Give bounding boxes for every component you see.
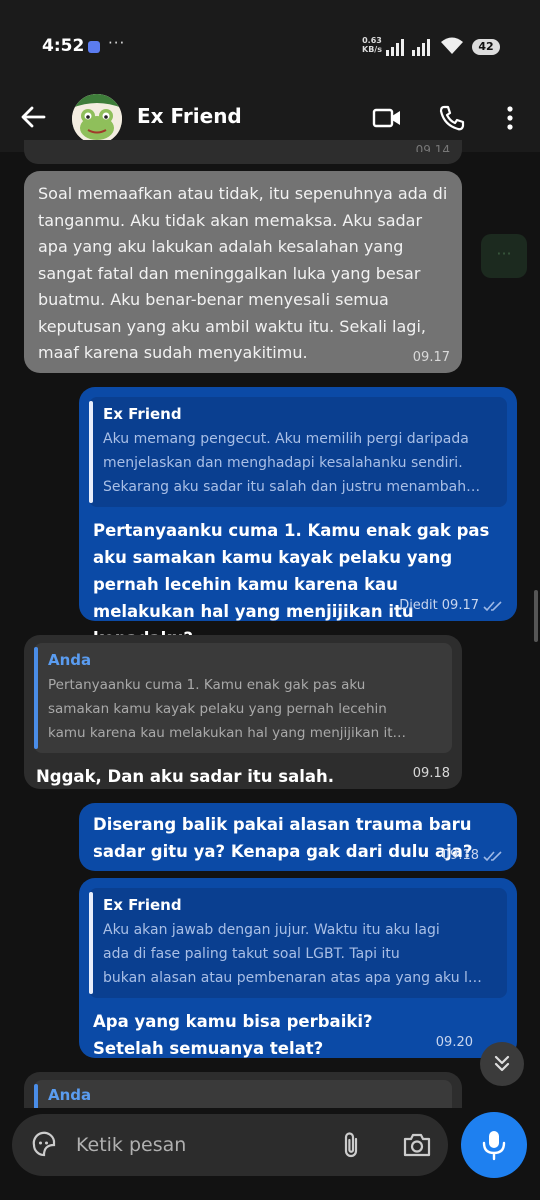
message-text: Soal memaafkan atau tidak, itu sepenuhny… — [38, 184, 448, 362]
status-bar: 4:52 ··· 0.63 KB/s 42 — [0, 0, 540, 90]
message-meta: 09.18 — [442, 848, 505, 863]
sticker-icon[interactable] — [30, 1131, 58, 1159]
scrollbar[interactable] — [534, 590, 538, 642]
reply-quote[interactable]: Ex Friend Aku memang pengecut. Aku memil… — [89, 397, 507, 507]
quote-line: ada di fase paling takut soal LGBT. Tapi… — [103, 946, 400, 962]
camera-icon[interactable] — [402, 1132, 432, 1158]
incoming-message[interactable]: Anda Pertanyaanku cuma 1. Kamu enak gak … — [24, 635, 462, 789]
signal-icon-2 — [412, 38, 430, 56]
phone-call-icon[interactable] — [438, 104, 466, 132]
wifi-icon — [441, 37, 463, 54]
message-text: Apa yang kamu bisa perbaiki? Setelah sem… — [93, 1012, 373, 1058]
more-options-icon[interactable] — [500, 104, 520, 132]
message-time: 09.18 — [412, 766, 450, 781]
outgoing-message[interactable]: Ex Friend Aku memang pengecut. Aku memil… — [79, 387, 517, 648]
message-meta: 09.17 — [413, 350, 450, 365]
signal-icon — [386, 38, 404, 56]
attachment-icon[interactable] — [340, 1130, 362, 1160]
read-ticks-icon — [483, 850, 502, 861]
message-text: Nggak, Dan aku sadar itu salah. — [36, 767, 335, 786]
message-text: Pertanyaanku cuma 1. Kamu enak gak pas a… — [93, 521, 490, 648]
message-time: 09.17 — [412, 350, 450, 365]
quote-line: menjelaskan dan menghadapi kesalahanku s… — [103, 455, 463, 471]
message-meta: 09.20 — [436, 1035, 473, 1050]
previous-message-bubble[interactable]: 09.14 — [24, 140, 462, 164]
read-ticks-icon — [483, 600, 502, 611]
quote-line: Aku memang pengecut. Aku memilih pergi d… — [103, 431, 469, 447]
microphone-icon — [482, 1131, 506, 1161]
side-reaction-pill[interactable]: ··· — [481, 234, 527, 278]
outgoing-message[interactable]: Ex Friend Aku akan jawab dengan jujur. W… — [79, 878, 517, 1058]
system-nav-bar — [0, 1180, 540, 1200]
message-text: Diserang balik pakai alasan trauma baru … — [93, 815, 473, 861]
network-speed: 0.63 KB/s — [362, 36, 382, 54]
message-input[interactable] — [76, 1128, 316, 1162]
quote-author: Ex Friend — [103, 896, 182, 914]
quote-line: kamu karena kau melakukan hal yang menji… — [48, 725, 407, 741]
more-notifications-icon: ··· — [108, 34, 126, 52]
quote-author: Anda — [48, 651, 92, 669]
message-time: 09.20 — [435, 1035, 473, 1050]
quote-line: Pertanyaanku cuma 1. Kamu enak gak pas a… — [48, 677, 366, 693]
double-chevron-down-icon — [494, 1055, 510, 1072]
message-time: 09.17 — [441, 598, 479, 613]
voice-record-button[interactable] — [461, 1112, 527, 1178]
scroll-to-bottom-button[interactable] — [480, 1042, 524, 1086]
message-meta: Diedit 09.17 — [399, 598, 505, 613]
contact-name[interactable]: Ex Friend — [137, 104, 242, 128]
message-composer — [12, 1114, 448, 1176]
reply-quote[interactable]: Anda Pertanyaanku cuma 1. Kamu enak gak … — [34, 643, 452, 753]
incoming-message[interactable]: Soal memaafkan atau tidak, itu sepenuhny… — [24, 171, 462, 373]
avatar[interactable] — [72, 94, 122, 144]
edited-label: Diedit — [399, 598, 438, 613]
battery-icon: 42 — [472, 39, 500, 55]
outgoing-message[interactable]: Diserang balik pakai alasan trauma baru … — [79, 803, 517, 871]
message-time: 09.14 — [415, 144, 450, 152]
quote-author: Ex Friend — [103, 405, 182, 423]
quote-line: samakan kamu kayak pelaku yang pernah le… — [48, 701, 387, 717]
frog-avatar-icon — [72, 94, 122, 144]
gallery-notification-icon — [88, 41, 100, 53]
message-meta: 09.18 — [413, 766, 450, 781]
message-time: 09.18 — [441, 848, 479, 863]
incoming-message[interactable]: Anda — [24, 1072, 462, 1108]
quote-author: Anda — [48, 1086, 92, 1104]
back-arrow-icon[interactable] — [18, 102, 48, 132]
reply-quote[interactable]: Ex Friend Aku akan jawab dengan jujur. W… — [89, 888, 507, 998]
video-call-icon[interactable] — [372, 104, 402, 132]
quote-line: Aku akan jawab dengan jujur. Waktu itu a… — [103, 922, 440, 938]
reply-quote[interactable]: Anda — [34, 1080, 452, 1108]
quote-line: Sekarang aku sadar itu salah dan justru … — [103, 479, 481, 495]
quote-line: bukan alasan atau pembenaran atas apa ya… — [103, 970, 482, 986]
status-time: 4:52 — [42, 36, 85, 56]
